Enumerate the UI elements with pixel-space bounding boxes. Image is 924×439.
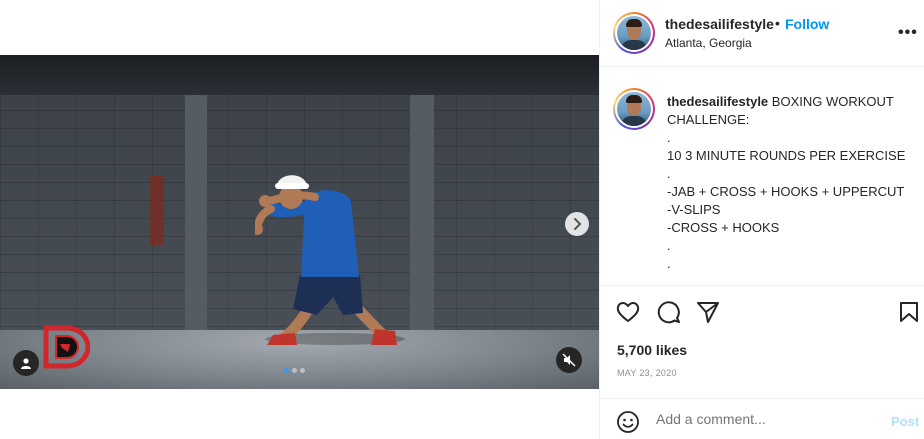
heart-icon [616, 302, 640, 322]
caption-area: thedesailifestyle BOXING WORKOUT CHALLEN… [600, 68, 924, 286]
bookmark-icon [900, 302, 918, 322]
header-separator: • [775, 15, 780, 31]
likes-count[interactable]: 5,700 likes [617, 342, 687, 358]
like-button[interactable] [615, 299, 641, 325]
avatar-image [617, 92, 651, 126]
media-pillar [185, 95, 207, 330]
follow-button[interactable]: Follow [785, 16, 829, 32]
caption-avatar[interactable] [613, 88, 655, 130]
emoji-icon[interactable] [616, 410, 640, 434]
save-button[interactable] [896, 299, 922, 325]
caption-line: 10 3 MINUTE ROUNDS PER EXERCISE [667, 148, 906, 163]
carousel-indicator [284, 368, 305, 373]
avatar-frame [615, 90, 653, 128]
avatar-frame [615, 14, 653, 52]
avatar[interactable] [613, 12, 655, 54]
chevron-right-icon [574, 218, 582, 230]
speaker-muted-icon [562, 353, 576, 367]
comment-button[interactable] [656, 299, 682, 325]
location-link[interactable]: Atlanta, Georgia [665, 36, 752, 50]
avatar-hair [626, 95, 642, 103]
caption-line: . [667, 130, 671, 145]
caption-line: . [667, 238, 671, 253]
caption-text: thedesailifestyle BOXING WORKOUT CHALLEN… [667, 93, 917, 273]
carousel-dot [284, 368, 289, 373]
comment-bar: Post [600, 398, 924, 439]
boxer-figure [255, 175, 405, 345]
media-red-door [150, 175, 164, 245]
paper-plane-icon [697, 302, 719, 323]
post-header: thedesailifestyle • Follow Atlanta, Geor… [600, 0, 924, 67]
comment-input[interactable] [656, 411, 876, 427]
media-ceiling [0, 55, 599, 95]
post-comment-button[interactable]: Post [891, 414, 919, 429]
avatar-image [617, 16, 651, 50]
caption-username-link[interactable]: thedesailifestyle [667, 94, 768, 109]
post-side-panel: thedesailifestyle • Follow Atlanta, Geor… [599, 0, 924, 439]
brand-logo [43, 325, 90, 369]
more-options-button[interactable]: ••• [898, 24, 918, 42]
post-date[interactable]: MAY 23, 2020 [617, 368, 677, 378]
caption-line: . [667, 256, 671, 271]
carousel-dot [292, 368, 297, 373]
carousel-dot [300, 368, 305, 373]
avatar-hair [626, 19, 642, 27]
media-column [0, 0, 599, 439]
avatar-shirt [621, 40, 647, 50]
caption-line: -JAB + CROSS + HOOKS + UPPERCUT [667, 184, 905, 199]
user-icon [21, 358, 31, 369]
caption-line: . [667, 166, 671, 181]
comment-icon [657, 301, 680, 324]
caption-line: -V-SLIPS [667, 202, 721, 217]
next-slide-button[interactable] [565, 212, 589, 236]
share-button[interactable] [695, 299, 721, 325]
tagged-users-button[interactable] [13, 350, 39, 376]
avatar-shirt [621, 116, 647, 126]
caption-line: -CROSS + HOOKS [667, 220, 780, 235]
post-actions [600, 299, 924, 327]
mute-button[interactable] [556, 347, 582, 373]
post-media[interactable] [0, 55, 599, 389]
header-username-link[interactable]: thedesailifestyle [665, 16, 774, 32]
